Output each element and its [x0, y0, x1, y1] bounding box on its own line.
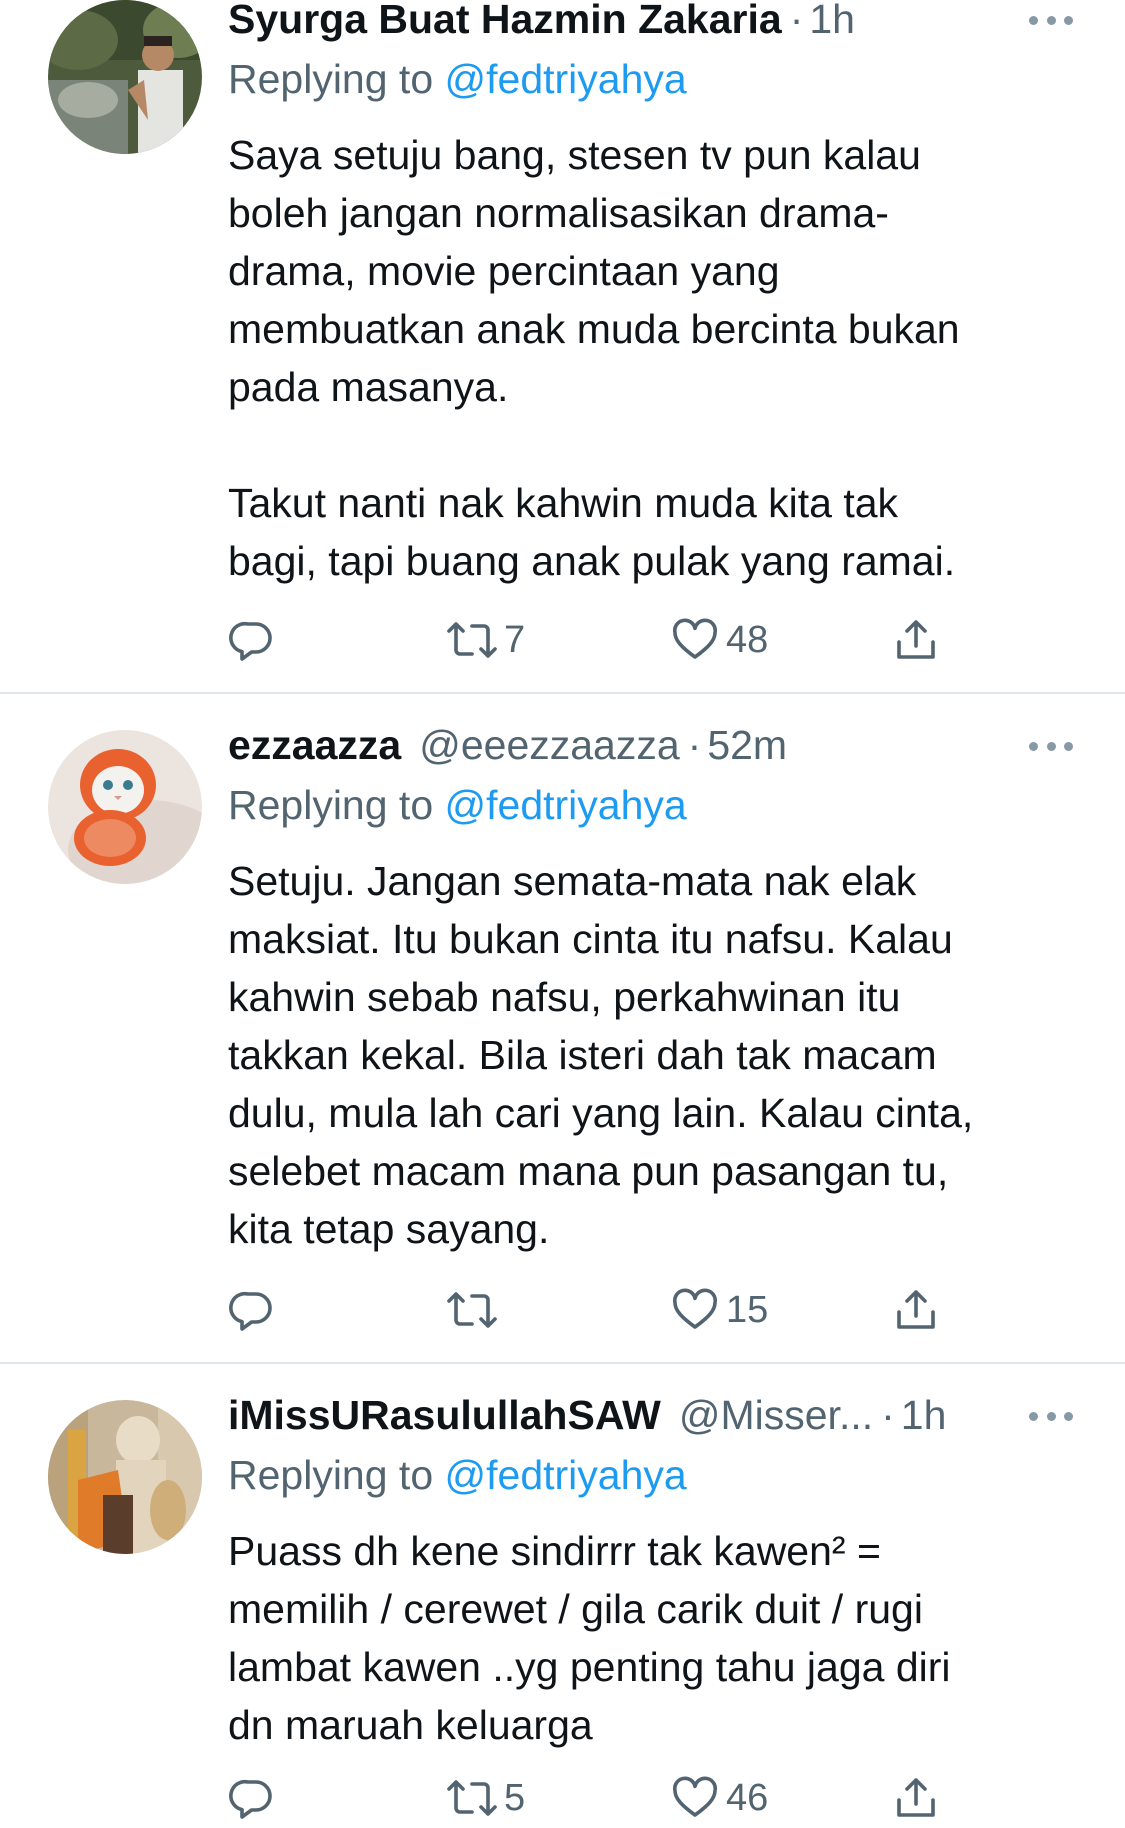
- timestamp[interactable]: 52m: [707, 717, 787, 773]
- reply-button[interactable]: [228, 1768, 276, 1828]
- user-handle[interactable]: @Misser...: [679, 1387, 873, 1443]
- heart-icon: [672, 1288, 718, 1329]
- reply-button[interactable]: [228, 610, 276, 670]
- share-button[interactable]: [892, 1280, 940, 1340]
- like-count: 46: [726, 1777, 769, 1819]
- heart-icon: [672, 1776, 718, 1817]
- display-name[interactable]: Syurga Buat Hazmin Zakaria: [228, 0, 782, 47]
- timestamp[interactable]: 1h: [901, 1387, 947, 1443]
- tweet-header: Syurga Buat Hazmin Zakaria · 1h: [228, 0, 1085, 47]
- mention-link[interactable]: @fedtriyahya: [445, 782, 687, 828]
- separator-dot: ·: [881, 1392, 895, 1438]
- reply-icon: [229, 1779, 272, 1819]
- share-button[interactable]: [892, 610, 940, 670]
- mention-link[interactable]: @fedtriyahya: [445, 56, 687, 102]
- share-button[interactable]: [892, 1768, 940, 1828]
- like-count: 15: [726, 1289, 769, 1331]
- share-icon: [897, 1778, 935, 1817]
- separator-dot: ·: [687, 722, 702, 768]
- tweet-header: iMissURasulullahSAW @Misser... · 1h: [228, 1387, 1085, 1443]
- retweet-count: 5: [504, 1777, 526, 1819]
- reply-icon: [229, 1291, 272, 1331]
- more-icon[interactable]: [1029, 10, 1073, 30]
- retweet-count: 7: [504, 619, 526, 661]
- user-handle[interactable]: @eeezzaazza: [419, 717, 679, 773]
- action-bar: 15: [0, 1280, 1125, 1340]
- avatar-photo: [48, 0, 202, 154]
- action-bar: 7 48: [0, 610, 1125, 670]
- retweet-icon: [447, 1292, 497, 1328]
- retweet-button[interactable]: 7: [446, 610, 525, 670]
- replying-prefix: Replying to: [228, 56, 445, 102]
- mention-link[interactable]: @fedtriyahya: [445, 1452, 687, 1498]
- retweet-button[interactable]: [446, 1280, 504, 1340]
- tweet-header: ezzaazza @eeezzaazza · 52m: [228, 717, 1085, 773]
- separator-dot: ·: [789, 0, 804, 42]
- avatar-photo: [48, 1400, 202, 1554]
- like-button[interactable]: 48: [670, 610, 768, 670]
- replying-to: Replying to @fedtriyahya: [228, 1447, 687, 1503]
- share-icon: [897, 1290, 935, 1329]
- avatar[interactable]: [48, 730, 202, 884]
- share-icon: [897, 620, 935, 659]
- retweet-icon: [447, 622, 497, 658]
- like-button[interactable]: 15: [670, 1280, 768, 1340]
- retweet-icon: [447, 1780, 497, 1816]
- tweet-text: Setuju. Jangan semata-mata nak elak maks…: [228, 858, 974, 1252]
- more-icon[interactable]: [1029, 1406, 1073, 1426]
- display-name[interactable]: ezzaazza: [228, 717, 401, 773]
- replying-prefix: Replying to: [228, 782, 445, 828]
- tweet[interactable]: Syurga Buat Hazmin Zakaria · 1h Replying…: [0, 0, 1125, 692]
- reply-icon: [229, 621, 272, 661]
- tweet-text: Puass dh kene sindirrr tak kawen² = memi…: [228, 1528, 951, 1748]
- timestamp[interactable]: 1h: [809, 0, 855, 47]
- avatar[interactable]: [48, 1400, 202, 1554]
- reply-button[interactable]: [228, 1280, 276, 1340]
- retweet-button[interactable]: 5: [446, 1768, 525, 1828]
- heart-icon: [672, 618, 718, 659]
- replying-prefix: Replying to: [228, 1452, 445, 1498]
- replying-to: Replying to @fedtriyahya: [228, 777, 687, 833]
- like-count: 48: [726, 619, 769, 661]
- tweet-text: Saya setuju bang, stesen tv pun kalau bo…: [228, 132, 960, 584]
- display-name[interactable]: iMissURasulullahSAW: [228, 1387, 661, 1443]
- tweet[interactable]: ezzaazza @eeezzaazza · 52m Replying to @…: [0, 694, 1125, 1362]
- avatar[interactable]: [48, 0, 202, 154]
- reply-feed: Syurga Buat Hazmin Zakaria · 1h Replying…: [0, 0, 1125, 1828]
- tweet[interactable]: iMissURasulullahSAW @Misser... · 1h Repl…: [0, 1364, 1125, 1828]
- action-bar: 5 46: [0, 1768, 1125, 1828]
- like-button[interactable]: 46: [670, 1768, 768, 1828]
- avatar-photo: [48, 730, 202, 884]
- more-icon[interactable]: [1029, 736, 1073, 756]
- replying-to: Replying to @fedtriyahya: [228, 51, 687, 107]
